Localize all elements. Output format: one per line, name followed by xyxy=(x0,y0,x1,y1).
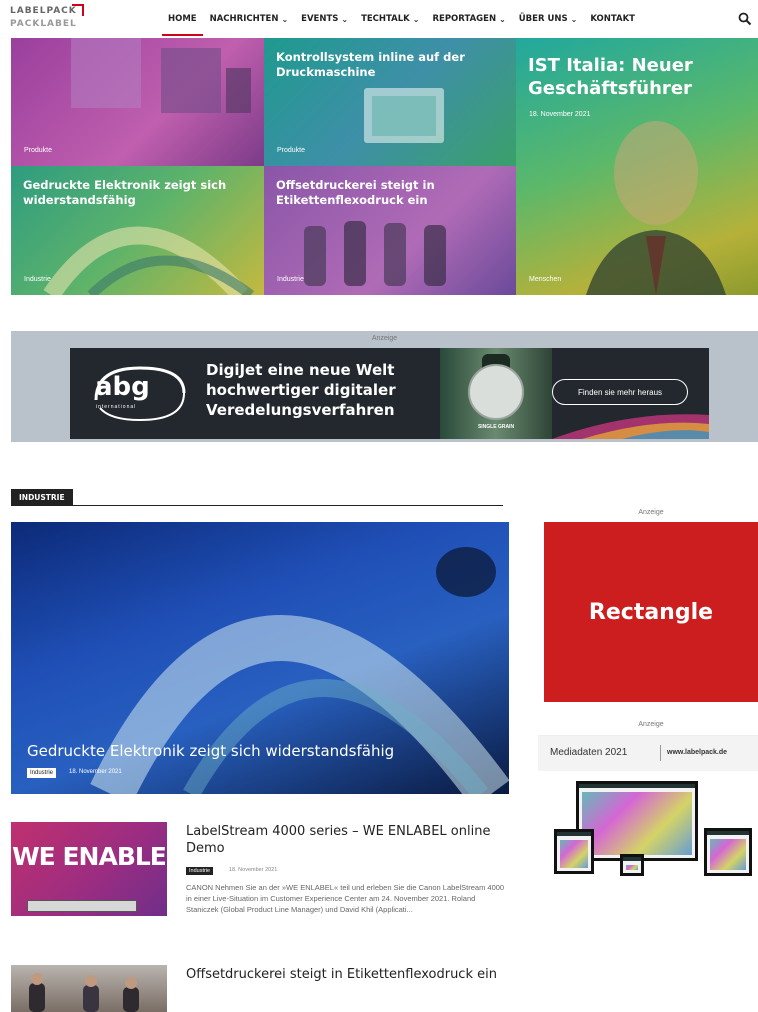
tile-title: Offsetdruckerei steigt in Etikettenflexo… xyxy=(276,178,435,207)
hero-tile-gedruckte-elektronik[interactable]: Gedruckte Elektronik zeigt sich widersta… xyxy=(11,166,264,295)
tile-category: Industrie xyxy=(24,276,51,283)
hero-tile-offsetdruckerei[interactable]: Offsetdruckerei steigt in Etikettenflexo… xyxy=(264,166,516,295)
category-badge[interactable]: Industrie xyxy=(27,768,57,778)
machine-image xyxy=(71,38,251,113)
article-date: 18. November 2021 xyxy=(229,867,278,873)
nav-label: HOME xyxy=(168,14,197,24)
bottle-label-circle xyxy=(468,364,524,420)
screen-bar xyxy=(579,784,695,788)
nav-item-kontakt[interactable]: KONTAKT xyxy=(590,0,635,38)
tile-title: Kontrollsystem inline auf der Druckmasch… xyxy=(276,50,465,79)
ad-label: Anzeige xyxy=(638,509,664,516)
screen-bar xyxy=(707,831,749,835)
tile-category: Produkte xyxy=(277,147,306,154)
screen-body xyxy=(560,840,588,868)
section-divider xyxy=(11,505,503,506)
mediadaten-header: Mediadaten 2021 www.labelpack.de xyxy=(538,736,758,771)
mediadaten-ad[interactable]: Mediadaten 2021 www.labelpack.de xyxy=(538,735,758,880)
article-thumbnail[interactable]: WE ENABLE xyxy=(11,822,167,928)
screen-bar xyxy=(557,832,591,836)
category-badge[interactable]: Industrie xyxy=(186,867,214,875)
nav-item-techtalk[interactable]: TECHTALK ⌄ xyxy=(361,0,419,38)
phone-screen-image xyxy=(620,854,644,876)
screen-body xyxy=(710,839,746,870)
people-image xyxy=(29,973,139,1012)
main-nav: HOME NACHRICHTEN ⌄ EVENTS ⌄ TECHTALK ⌄ REPO… xyxy=(162,0,648,38)
search-icon[interactable] xyxy=(738,12,752,26)
chevron-down-icon: ⌄ xyxy=(499,14,506,24)
ad-headline-line: Veredelungsverfahren xyxy=(206,401,395,419)
site-header: LABELPACK PACKLABEL HOME NACHRICHTEN ⌄ EV… xyxy=(0,0,758,38)
bottle-label: SINGLE GRAIN xyxy=(477,424,515,430)
tile-category: Industrie xyxy=(277,276,304,283)
nav-item-ueber-uns[interactable]: ÜBER UNS ⌄ xyxy=(519,0,578,38)
nav-item-reportagen[interactable]: REPORTAGEN ⌄ xyxy=(432,0,505,38)
tile-title: IST Italia: Neuer Geschäftsführer xyxy=(528,55,693,99)
nav-item-home[interactable]: HOME xyxy=(162,0,203,38)
desktop-screen-image xyxy=(576,781,698,861)
thumbnail-strip xyxy=(11,916,167,928)
article-title[interactable]: LabelStream 4000 series – WE ENLABEL onl… xyxy=(186,823,506,857)
article-thumbnail[interactable] xyxy=(11,965,167,1012)
section-title[interactable]: INDUSTRIE xyxy=(11,489,73,506)
nav-label: REPORTAGEN xyxy=(432,14,497,24)
ad-headline: DigiJet eine neue Welt hochwertiger digi… xyxy=(206,360,396,420)
chevron-down-icon: ⌄ xyxy=(281,14,289,24)
monitor-image xyxy=(364,88,444,143)
tile-category: Menschen xyxy=(529,276,562,283)
chevron-down-icon: ⌄ xyxy=(341,14,349,24)
logo-line-1: LABELPACK xyxy=(10,6,77,16)
tablet-screen-image xyxy=(554,829,594,874)
article-title[interactable]: Offsetdruckerei steigt in Etikettenflexo… xyxy=(186,966,506,983)
screen-body xyxy=(626,865,638,870)
portrait-image xyxy=(586,121,726,295)
nav-label: KONTAKT xyxy=(590,14,635,24)
hero-tile-products[interactable]: Produkte xyxy=(11,38,264,166)
site-logo[interactable]: LABELPACK PACKLABEL xyxy=(10,4,90,36)
nav-item-events[interactable]: EVENTS ⌄ xyxy=(301,0,348,38)
abg-banner-ad[interactable]: abg international DigiJet eine neue Welt… xyxy=(70,348,709,439)
feature-title: Gedruckte Elektronik zeigt sich widersta… xyxy=(27,742,395,760)
rectangle-ad[interactable]: Rectangle xyxy=(544,522,758,702)
chevron-down-icon: ⌄ xyxy=(412,14,420,24)
nav-item-nachrichten[interactable]: NACHRICHTEN ⌄ xyxy=(210,0,289,38)
tile-category: Produkte xyxy=(24,147,53,154)
tile-title: Gedruckte Elektronik zeigt sich widersta… xyxy=(23,178,227,207)
printer-image xyxy=(27,900,137,912)
article-excerpt: CANON Nehmen Sie an der »WE ENLABEL« tei… xyxy=(186,883,505,914)
abg-logo-text: abg xyxy=(95,372,150,402)
color-swoosh-image xyxy=(552,414,709,439)
ad-headline-line: hochwertiger digitaler xyxy=(206,381,396,399)
hero-tile-ist-italia[interactable]: IST Italia: Neuer Geschäftsführer 18. No… xyxy=(516,38,758,295)
hero-tile-kontrollsystem[interactable]: Kontrollsystem inline auf der Druckmasch… xyxy=(264,38,516,166)
ad-label: Anzeige xyxy=(371,335,398,342)
mediadaten-title: Mediadaten 2021 xyxy=(550,747,628,758)
thumbnail-text: WE ENABLE xyxy=(12,842,167,871)
ad-band: Anzeige abg international DigiJet eine n… xyxy=(11,331,758,442)
feature-article[interactable]: Gedruckte Elektronik zeigt sich widersta… xyxy=(11,522,509,794)
chevron-down-icon: ⌄ xyxy=(570,14,578,24)
bottle-image: SINGLE GRAIN xyxy=(440,348,552,439)
people-image xyxy=(304,221,446,286)
logo-bracket-icon xyxy=(72,4,84,16)
nav-label: TECHTALK xyxy=(361,14,410,24)
screen-bar xyxy=(623,857,641,861)
laptop-screen-image xyxy=(704,828,752,876)
ad-cta-button[interactable]: Finden sie mehr heraus xyxy=(552,379,688,405)
ad-label: Anzeige xyxy=(638,721,664,728)
feature-date: 18. November 2021 xyxy=(69,769,122,775)
rectangle-ad-text: Rectangle xyxy=(588,599,714,625)
nav-label: EVENTS xyxy=(301,14,339,24)
logo-line-2: PACKLABEL xyxy=(10,19,77,29)
ad-headline-line: DigiJet eine neue Welt xyxy=(206,361,395,379)
mediadaten-url: www.labelpack.de xyxy=(667,749,728,756)
nav-label: ÜBER UNS xyxy=(518,14,568,24)
screen-body xyxy=(582,792,692,855)
mediadaten-separator xyxy=(660,745,661,761)
abg-logo-sub: international xyxy=(96,404,137,410)
tile-date: 18. November 2021 xyxy=(529,111,591,118)
hero-grid: Produkte Kontrollsystem inline auf der D… xyxy=(11,38,758,295)
nav-label: NACHRICHTEN xyxy=(209,14,279,24)
